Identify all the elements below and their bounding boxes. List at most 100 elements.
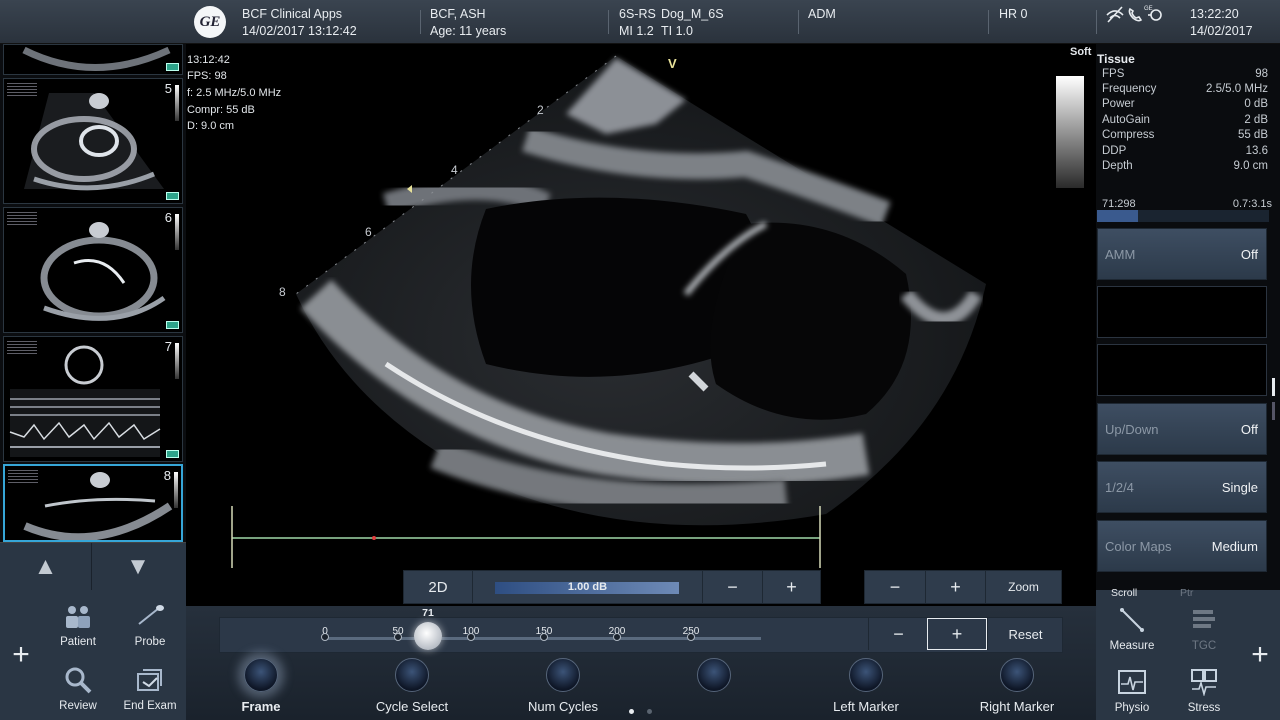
divider xyxy=(1096,10,1097,34)
frame-minus-button[interactable]: − xyxy=(868,618,928,650)
left-marker-knob[interactable] xyxy=(849,658,883,692)
thumbnail-info xyxy=(7,341,37,355)
map-label: Soft xyxy=(1070,46,1092,58)
clip-tag xyxy=(166,192,179,200)
left-toolbar: + Patient Probe Review End Exam xyxy=(0,590,186,720)
physio-icon xyxy=(1118,670,1146,694)
updown-button[interactable]: Up/Down Off xyxy=(1097,403,1267,455)
tgc-button[interactable]: TGC xyxy=(1168,594,1240,656)
phone-icon xyxy=(1128,7,1143,22)
clip-tag xyxy=(166,321,179,329)
gray-scale-bar xyxy=(175,343,179,379)
thumbnail-info xyxy=(8,470,38,484)
exam-datetime: 14/02/2017 13:12:42 xyxy=(242,24,357,38)
gray-scale-bar xyxy=(174,472,178,508)
amm-button[interactable]: AMM Off xyxy=(1097,228,1267,280)
mode-2d-button[interactable]: 2D xyxy=(404,571,472,603)
thumbnail-number: 7 xyxy=(164,339,172,354)
overlay-frequency: f: 2.5 MHz/5.0 MHz xyxy=(187,87,282,99)
param-label: DDP xyxy=(1102,145,1127,157)
add-button[interactable]: + xyxy=(1240,590,1280,720)
add-button[interactable]: + xyxy=(0,590,42,720)
gray-scale-bar xyxy=(175,214,179,250)
depth-mark: 4 xyxy=(451,163,458,177)
overlay-depth: D: 9.0 cm xyxy=(187,120,235,132)
color-maps-value: Medium xyxy=(1211,539,1258,554)
gain-plus-button[interactable]: + xyxy=(762,571,820,603)
thumbnail-item[interactable]: 6 xyxy=(3,207,183,333)
clock-time: 13:22:20 xyxy=(1190,7,1239,21)
probe-button[interactable]: Probe xyxy=(114,590,186,652)
scroll-down-button[interactable]: ▼ xyxy=(92,543,184,591)
ti-value: TI 1.0 xyxy=(661,24,693,38)
thumbnail-item[interactable]: 7 xyxy=(3,336,183,462)
grayscale-bar xyxy=(1056,76,1084,188)
gain-value: 1.00 dB xyxy=(567,581,608,593)
frame-plus-button[interactable]: + xyxy=(927,618,987,650)
empty-softkey xyxy=(1097,344,1267,396)
frame-knob-label: Frame xyxy=(241,699,281,714)
param-label: Frequency xyxy=(1102,83,1157,95)
end-exam-label: End Exam xyxy=(123,700,177,712)
page-dot-active[interactable] xyxy=(629,709,634,714)
end-exam-button[interactable]: End Exam xyxy=(114,654,186,716)
review-button[interactable]: Review xyxy=(42,654,114,716)
patient-name[interactable]: BCF, ASH xyxy=(430,6,486,22)
page-dot[interactable] xyxy=(647,709,652,714)
zoom-minus-button[interactable]: − xyxy=(865,571,925,603)
cine-progress-fill xyxy=(1097,210,1138,222)
divider xyxy=(420,10,421,34)
updown-label: Up/Down xyxy=(1105,422,1159,437)
overlay-fps: FPS: 98 xyxy=(187,70,227,82)
param-value: 98 xyxy=(1255,68,1268,80)
clip-tag xyxy=(166,63,179,71)
thumbnail-nav: ▲ ▼ xyxy=(0,542,186,591)
cine-position-dot xyxy=(372,536,376,540)
frame-knob[interactable] xyxy=(244,658,278,692)
thumbnail-number: 6 xyxy=(164,210,172,225)
svg-text:GE: GE xyxy=(1144,6,1153,12)
thumbnail-item[interactable] xyxy=(3,44,183,75)
num-cycles-knob[interactable] xyxy=(546,658,580,692)
zoom-plus-button[interactable]: + xyxy=(925,571,985,603)
zoom-button[interactable]: Zoom xyxy=(985,571,1061,603)
scrollbar-thumb[interactable] xyxy=(1272,378,1275,396)
layout-value: Single xyxy=(1221,480,1258,495)
slider-tick xyxy=(467,633,475,641)
patient-icon xyxy=(66,606,90,628)
empty-softkey xyxy=(1097,286,1267,338)
thumbnail-item[interactable]: 5 xyxy=(3,78,183,204)
amm-value: Off xyxy=(1240,247,1258,262)
layout-button[interactable]: 1/2/4 Single xyxy=(1097,461,1267,513)
right-marker-knob[interactable] xyxy=(1000,658,1034,692)
scroll-up-button[interactable]: ▲ xyxy=(0,543,92,591)
measure-button[interactable]: Measure xyxy=(1096,594,1168,656)
scrollbar-track[interactable] xyxy=(1272,402,1275,420)
cine-progress-track[interactable] xyxy=(1097,210,1269,222)
echo-thumbnail-image xyxy=(24,93,164,191)
gain-minus-button[interactable]: − xyxy=(702,571,762,603)
depth-mark: 2 xyxy=(537,103,544,117)
thumbnail-strip: 5 6 7 8 xyxy=(0,44,186,542)
color-maps-button[interactable]: Color Maps Medium xyxy=(1097,520,1267,572)
param-value: 2.5/5.0 MHz xyxy=(1206,83,1268,95)
reset-button[interactable]: Reset xyxy=(987,618,1063,650)
ultrasound-app: GE BCF Clinical Apps 14/02/2017 13:12:42… xyxy=(0,0,1280,720)
thumbnail-item-selected[interactable]: 8 xyxy=(3,464,183,542)
unlabeled-knob[interactable] xyxy=(697,658,731,692)
physio-button[interactable]: Physio xyxy=(1096,656,1168,718)
amm-label: AMM xyxy=(1105,247,1136,262)
divider xyxy=(608,10,609,34)
ultrasound-image-area[interactable]: 13:12:42 FPS: 98 f: 2.5 MHz/5.0 MHz Comp… xyxy=(186,44,1096,606)
patient-button[interactable]: Patient xyxy=(42,590,114,652)
slider-tick xyxy=(540,633,548,641)
gain-value-display[interactable]: 1.00 dB xyxy=(472,571,702,603)
cycle-select-knob[interactable] xyxy=(395,658,429,692)
triangle-down-icon: ▼ xyxy=(126,553,150,580)
param-label: Depth xyxy=(1102,160,1133,172)
stress-button[interactable]: Stress xyxy=(1168,656,1240,718)
frame-slider-thumb[interactable] xyxy=(414,622,442,650)
triangle-up-icon: ▲ xyxy=(33,553,58,580)
color-maps-label: Color Maps xyxy=(1105,539,1172,554)
preset-name: Dog_M_6S xyxy=(661,7,724,21)
